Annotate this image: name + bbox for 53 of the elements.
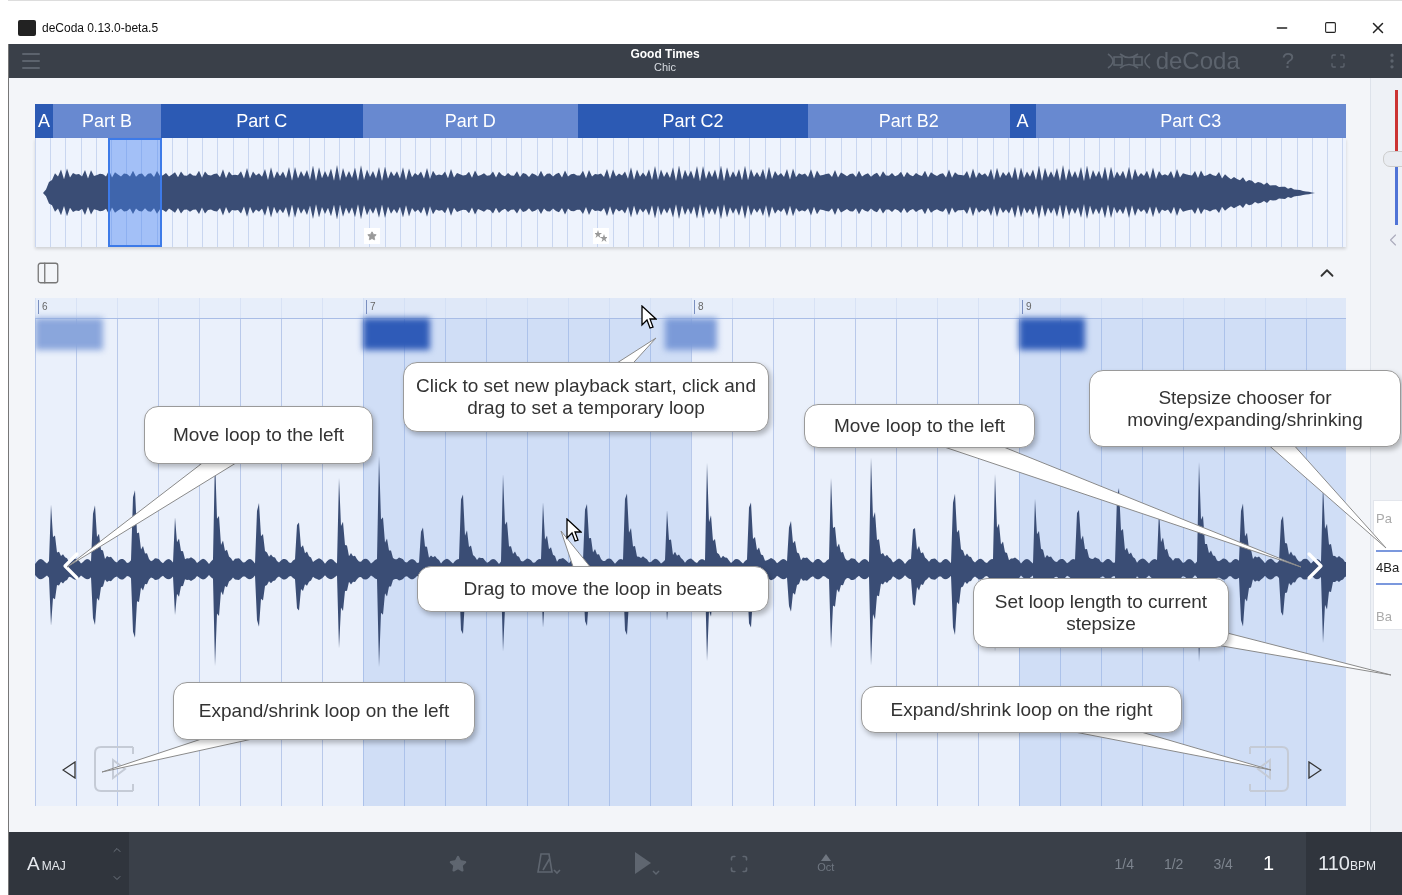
app-icon xyxy=(18,19,36,36)
song-part-tab[interactable]: A xyxy=(1009,104,1036,138)
callout-text: Move loop to the left xyxy=(144,406,373,464)
key-root[interactable]: A xyxy=(27,852,40,875)
song-part-tab[interactable]: Part B xyxy=(52,104,161,138)
volume-thumb[interactable] xyxy=(1383,150,1402,167)
step-size-tab[interactable]: 1/4 xyxy=(1114,855,1134,872)
maximize-icon[interactable] xyxy=(1323,21,1337,34)
blurred-chord-block xyxy=(1019,318,1085,350)
fullscreen-button[interactable] xyxy=(1330,53,1346,69)
logo-icon xyxy=(1105,51,1152,71)
expand-left-triangle-icon[interactable] xyxy=(62,761,76,779)
callout-text: Expand/shrink loop on the left xyxy=(173,682,475,740)
song-title: Good Times xyxy=(630,47,700,61)
overview-waveform[interactable] xyxy=(35,138,1347,247)
bar-number: 8 xyxy=(694,300,704,314)
expand-right-triangle-icon[interactable] xyxy=(1308,761,1322,779)
step-size-tab[interactable]: 1 xyxy=(1262,852,1274,875)
loop-selection[interactable] xyxy=(108,138,162,247)
right-bracket-icon[interactable] xyxy=(1248,744,1292,794)
song-part-tab[interactable]: Part C2 xyxy=(578,104,808,138)
step-size-tab[interactable]: 1/2 xyxy=(1163,855,1184,872)
callout-text: Expand/shrink loop on the right xyxy=(861,686,1182,733)
stepsize-option[interactable]: 4Ba xyxy=(1376,550,1402,585)
blurred-chord-block xyxy=(35,318,103,350)
key-mode[interactable]: MAJ xyxy=(41,858,66,873)
song-part-tab[interactable]: Part C xyxy=(160,104,363,138)
song-part-tab[interactable]: Part D xyxy=(362,104,579,138)
bar-number: 7 xyxy=(366,300,376,314)
star-icon[interactable] xyxy=(449,854,468,873)
tempo-unit: BPM xyxy=(1349,858,1376,873)
fit-view-icon[interactable] xyxy=(729,853,750,874)
blurred-chord-block xyxy=(363,318,430,350)
song-part-tab[interactable]: Part C3 xyxy=(1035,104,1347,138)
star-marker-icon[interactable] xyxy=(364,228,380,244)
tempo-value[interactable]: 110 xyxy=(1318,852,1350,875)
song-part-tab[interactable]: A xyxy=(35,104,53,138)
window-title: deCoda 0.13.0-beta.5 xyxy=(42,20,160,35)
mouse-pointer-icon xyxy=(566,518,582,544)
bar-number: 6 xyxy=(38,300,48,314)
stars-marker-icon[interactable] xyxy=(593,228,609,244)
callout-text: Move loop to the left xyxy=(804,404,1035,448)
song-artist: Chic xyxy=(654,61,676,73)
song-part-tab[interactable]: Part B2 xyxy=(807,104,1010,138)
left-bracket-icon[interactable] xyxy=(91,744,135,794)
blurred-chord-block xyxy=(665,318,717,350)
bar-number: 9 xyxy=(1022,300,1032,314)
callout-text: Set loop length to current stepsize xyxy=(973,578,1229,648)
triangle-up-icon[interactable] xyxy=(820,854,831,861)
step-size-tab[interactable]: 3/4 xyxy=(1213,855,1233,872)
stepsize-chooser[interactable]: Pa 4Ba Ba xyxy=(1373,500,1402,630)
mouse-pointer-icon xyxy=(641,305,657,331)
callout-text: Stepsize chooser for moving/expanding/shrinking xyxy=(1089,370,1401,447)
